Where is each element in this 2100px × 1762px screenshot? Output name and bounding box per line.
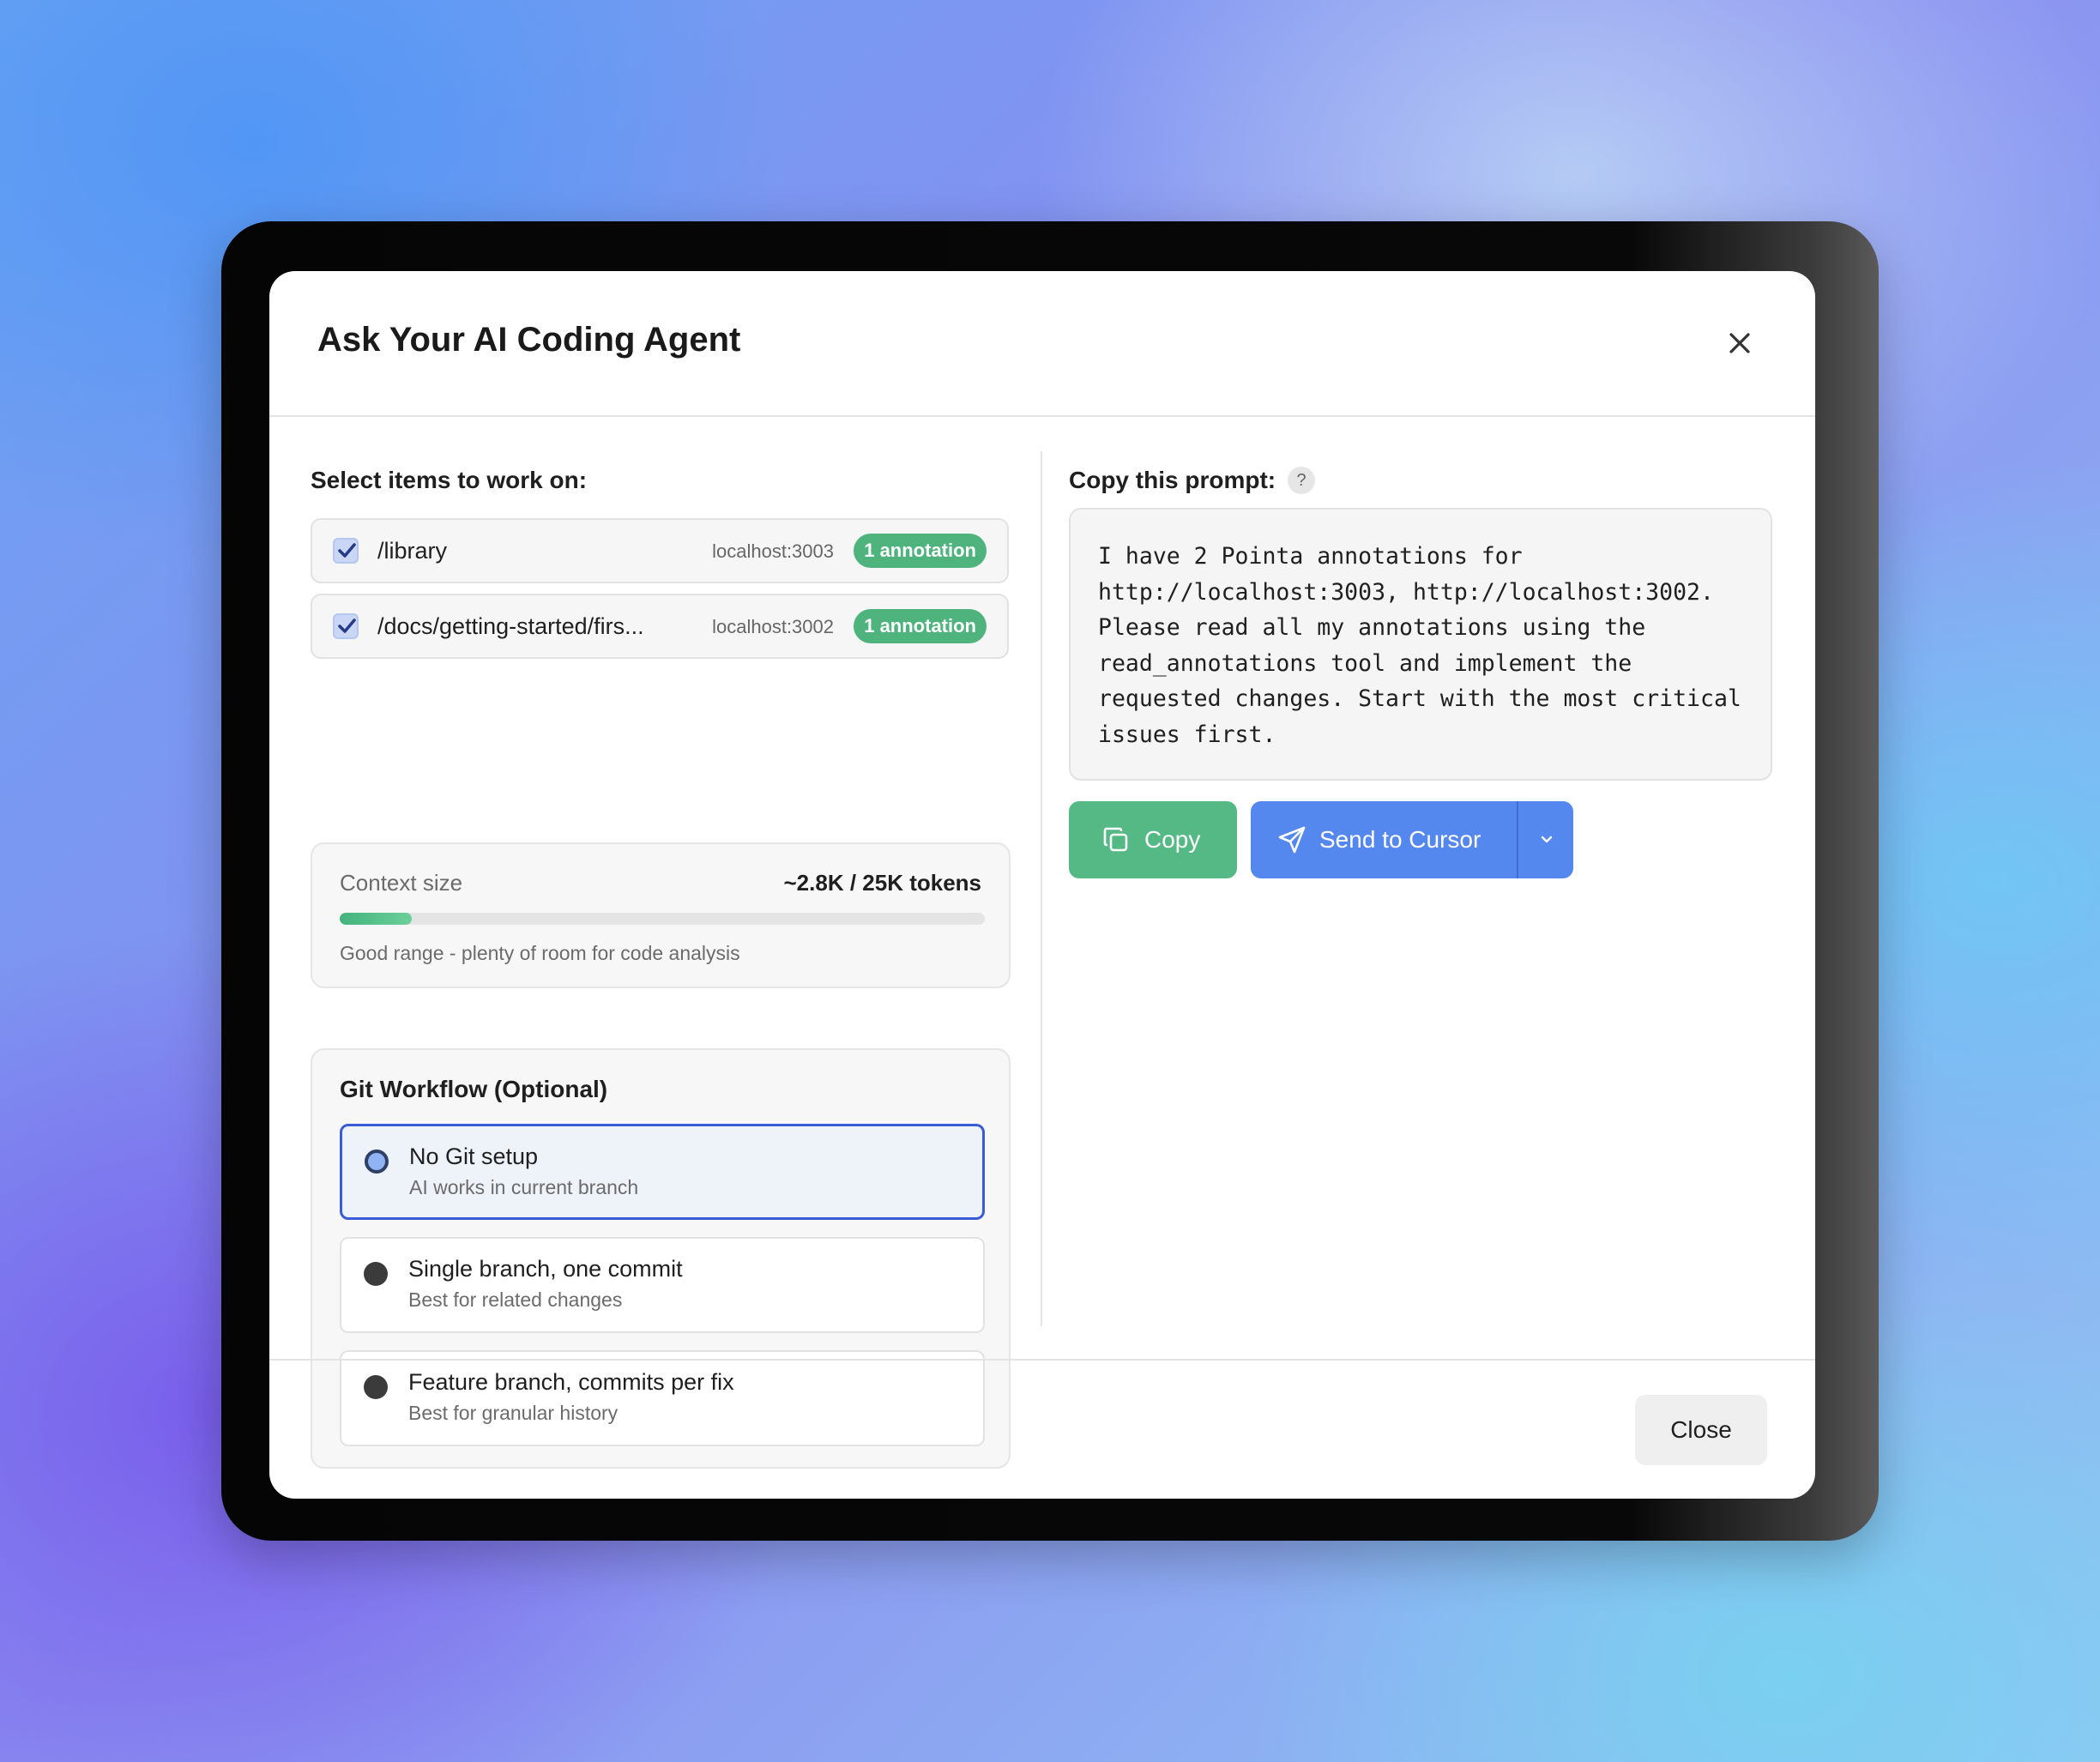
annotation-badge: 1 annotation bbox=[854, 609, 987, 643]
option-subtitle: AI works in current branch bbox=[409, 1176, 639, 1198]
send-button-label: Send to Cursor bbox=[1319, 826, 1481, 853]
copy-icon bbox=[1103, 827, 1128, 852]
option-title: Single branch, one commit bbox=[408, 1256, 683, 1282]
context-size-panel: Context size ~2.8K / 25K tokens Good ran… bbox=[311, 842, 1011, 988]
item-host: localhost:3003 bbox=[712, 540, 834, 562]
send-to-cursor-split-button: Send to Cursor bbox=[1251, 801, 1573, 878]
copy-button[interactable]: Copy bbox=[1069, 801, 1237, 878]
items-section-label: Select items to work on: bbox=[311, 467, 588, 493]
context-progress-bar bbox=[340, 913, 985, 925]
dialog-title: Ask Your AI Coding Agent bbox=[317, 321, 741, 359]
help-icon[interactable]: ? bbox=[1288, 467, 1316, 494]
git-workflow-title: Git Workflow (Optional) bbox=[340, 1076, 608, 1102]
list-item[interactable]: /library localhost:3003 1 annotation bbox=[311, 518, 1009, 583]
annotation-badge: 1 annotation bbox=[854, 534, 987, 568]
item-path: /library bbox=[377, 538, 448, 564]
check-icon bbox=[338, 619, 356, 633]
item-checkbox[interactable] bbox=[333, 613, 359, 639]
context-progress-fill bbox=[340, 913, 413, 925]
context-size-value: ~2.8K / 25K tokens bbox=[783, 870, 982, 896]
option-subtitle: Best for related changes bbox=[408, 1288, 623, 1311]
prompt-text[interactable]: I have 2 Pointa annotations for http://l… bbox=[1069, 508, 1772, 781]
paper-plane-icon bbox=[1278, 826, 1306, 854]
copy-button-label: Copy bbox=[1144, 826, 1201, 853]
item-path: /docs/getting-started/firs... bbox=[377, 613, 644, 639]
send-options-dropdown[interactable] bbox=[1517, 801, 1573, 878]
radio-button[interactable] bbox=[365, 1150, 389, 1174]
prompt-label: Copy this prompt: bbox=[1069, 467, 1276, 493]
ask-agent-dialog: Ask Your AI Coding Agent Select items to… bbox=[269, 271, 1815, 1499]
prompt-label-row: Copy this prompt: ? bbox=[1069, 467, 1316, 494]
close-button[interactable]: Close bbox=[1635, 1395, 1767, 1465]
column-divider bbox=[1041, 451, 1042, 1326]
context-size-label: Context size bbox=[340, 870, 463, 896]
git-option-single-branch[interactable]: Single branch, one commit Best for relat… bbox=[340, 1237, 985, 1333]
check-icon bbox=[338, 543, 356, 558]
send-to-cursor-button[interactable]: Send to Cursor bbox=[1251, 801, 1517, 878]
dialog-header: Ask Your AI Coding Agent bbox=[269, 271, 1815, 417]
item-checkbox[interactable] bbox=[333, 538, 359, 564]
close-icon[interactable] bbox=[1719, 323, 1760, 364]
chevron-down-icon bbox=[1541, 836, 1553, 843]
git-option-no-git[interactable]: No Git setup AI works in current branch bbox=[340, 1124, 985, 1220]
context-hint: Good range - plenty of room for code ana… bbox=[340, 942, 740, 964]
dialog-footer: Close bbox=[269, 1359, 1815, 1499]
option-title: No Git setup bbox=[409, 1143, 539, 1169]
item-host: localhost:3002 bbox=[712, 616, 834, 637]
list-item[interactable]: /docs/getting-started/firs... localhost:… bbox=[311, 594, 1009, 659]
radio-button[interactable] bbox=[364, 1262, 388, 1286]
